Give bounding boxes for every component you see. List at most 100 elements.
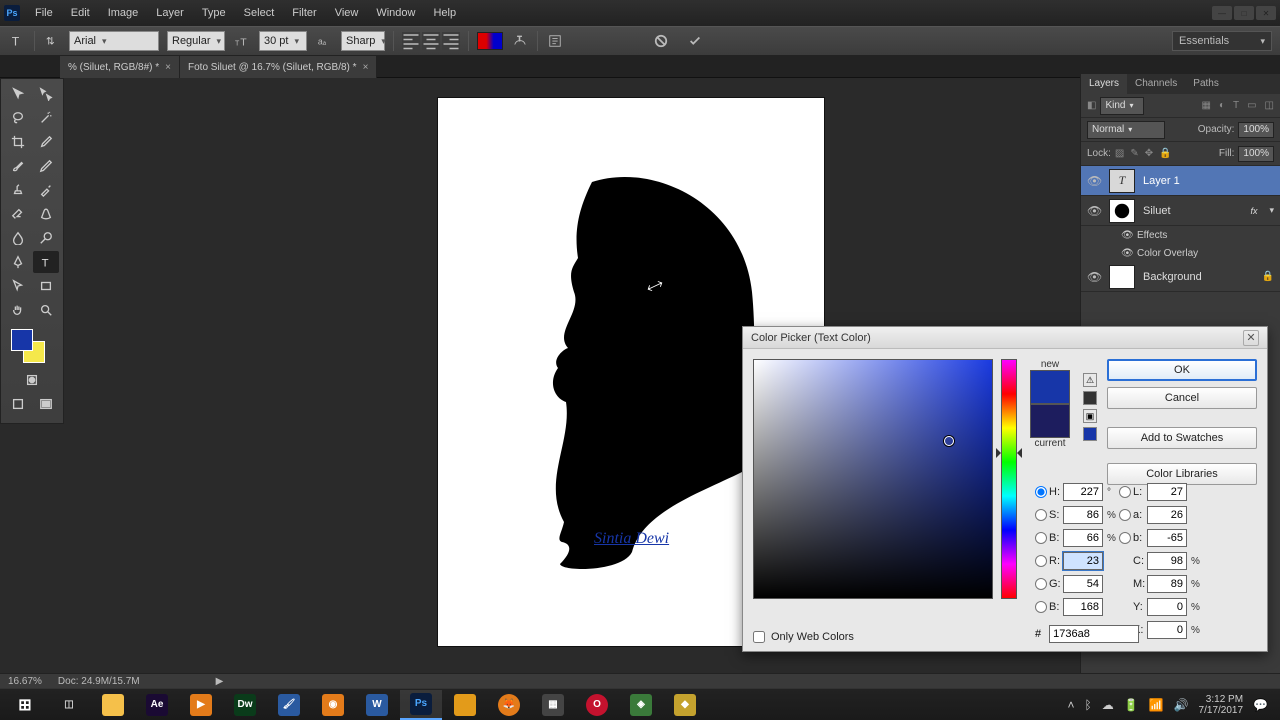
fx-badge[interactable]: fx bbox=[1250, 206, 1257, 216]
cancel-button[interactable]: Cancel bbox=[1107, 387, 1257, 409]
rectangle-tool[interactable] bbox=[33, 275, 59, 297]
zoom-tool[interactable] bbox=[33, 299, 59, 321]
font-family-dropdown[interactable]: Arial bbox=[69, 31, 159, 51]
visibility-icon[interactable]: 👁 bbox=[1087, 270, 1101, 284]
r-input[interactable] bbox=[1063, 552, 1103, 570]
eraser-tool[interactable] bbox=[5, 203, 31, 225]
fx-expand-icon[interactable]: ▾ bbox=[1269, 205, 1274, 216]
c-input[interactable] bbox=[1147, 552, 1187, 570]
paint-button[interactable]: 🖌 bbox=[268, 690, 310, 720]
menu-layer[interactable]: Layer bbox=[147, 3, 193, 23]
opera-button[interactable]: O bbox=[576, 690, 618, 720]
explorer-button[interactable] bbox=[92, 690, 134, 720]
quickmask-button[interactable] bbox=[19, 369, 45, 391]
tray-wifi-icon[interactable]: 📶 bbox=[1149, 698, 1164, 712]
font-size-dropdown[interactable]: 30 pt bbox=[259, 31, 307, 51]
minimize-button[interactable]: — bbox=[1212, 6, 1232, 20]
saturation-field[interactable] bbox=[753, 359, 993, 599]
mediaplayer-button[interactable]: ▶ bbox=[180, 690, 222, 720]
tray-bluetooth-icon[interactable]: ᛒ bbox=[1084, 698, 1091, 712]
h-radio[interactable] bbox=[1035, 486, 1047, 498]
eyedropper-tool[interactable] bbox=[33, 131, 59, 153]
s-input[interactable] bbox=[1063, 506, 1103, 524]
effects-row[interactable]: 👁 Effects bbox=[1081, 226, 1280, 244]
menu-window[interactable]: Window bbox=[367, 3, 424, 23]
opacity-input[interactable]: 100% bbox=[1238, 122, 1274, 138]
bb-input[interactable] bbox=[1063, 598, 1103, 616]
k-input[interactable] bbox=[1147, 621, 1187, 639]
align-left-button[interactable] bbox=[402, 32, 420, 50]
calculator-button[interactable]: ▦ bbox=[532, 690, 574, 720]
blab-radio[interactable] bbox=[1119, 532, 1131, 544]
crop-tool[interactable] bbox=[5, 131, 31, 153]
gamut-swatch[interactable] bbox=[1083, 391, 1097, 405]
lock-position-icon[interactable]: ✥ bbox=[1145, 148, 1153, 159]
r-radio[interactable] bbox=[1035, 555, 1047, 567]
paths-tab[interactable]: Paths bbox=[1185, 74, 1227, 94]
system-clock[interactable]: 3:12 PM 7/17/2017 bbox=[1199, 694, 1244, 716]
visibility-icon[interactable]: 👁 bbox=[1087, 204, 1101, 218]
filter-kind-icon[interactable]: ◧ bbox=[1087, 100, 1096, 111]
cancel-edits-icon[interactable] bbox=[652, 32, 670, 50]
history-brush-tool[interactable] bbox=[33, 179, 59, 201]
close-icon[interactable]: × bbox=[165, 62, 171, 73]
s-radio[interactable] bbox=[1035, 509, 1047, 521]
blend-mode-dropdown[interactable]: Normal bbox=[1087, 121, 1165, 139]
blender-button[interactable]: ◉ bbox=[312, 690, 354, 720]
channels-tab[interactable]: Channels bbox=[1127, 74, 1185, 94]
y-input[interactable] bbox=[1147, 598, 1187, 616]
layer-name[interactable]: Layer 1 bbox=[1143, 175, 1180, 187]
l-radio[interactable] bbox=[1119, 486, 1131, 498]
clone-stamp-tool[interactable] bbox=[5, 179, 31, 201]
hand-tool[interactable] bbox=[5, 299, 31, 321]
h-input[interactable] bbox=[1063, 483, 1103, 501]
taskview-button[interactable]: ◫ bbox=[48, 690, 90, 720]
maximize-button[interactable]: □ bbox=[1234, 6, 1254, 20]
filter-shape-icon[interactable]: ▭ bbox=[1247, 100, 1256, 111]
text-color-swatch[interactable] bbox=[477, 32, 503, 50]
pencil-tool[interactable] bbox=[33, 155, 59, 177]
doc-size[interactable]: Doc: 24.9M/15.7M bbox=[58, 676, 140, 687]
menu-file[interactable]: File bbox=[26, 3, 62, 23]
start-button[interactable]: ⊞ bbox=[4, 690, 46, 720]
g-radio[interactable] bbox=[1035, 578, 1047, 590]
zoom-level[interactable]: 16.67% bbox=[8, 676, 42, 687]
g-input[interactable] bbox=[1063, 575, 1103, 593]
menu-help[interactable]: Help bbox=[424, 3, 465, 23]
document-tab-2[interactable]: Foto Siluet @ 16.7% (Siluet, RGB/8) *× bbox=[180, 56, 377, 78]
align-right-button[interactable] bbox=[442, 32, 460, 50]
notification-icon[interactable]: 💬 bbox=[1253, 698, 1268, 712]
path-select-tool[interactable] bbox=[5, 275, 31, 297]
close-icon[interactable]: × bbox=[363, 62, 369, 73]
warp-text-icon[interactable]: T bbox=[511, 32, 529, 50]
layer-name[interactable]: Background bbox=[1143, 271, 1202, 283]
status-play-icon[interactable]: ▶ bbox=[216, 676, 224, 687]
character-panel-icon[interactable] bbox=[546, 32, 564, 50]
document-tab-1[interactable]: % (Siluet, RGB/8#) *× bbox=[60, 56, 180, 78]
tray-battery-icon[interactable]: 🔋 bbox=[1124, 698, 1139, 712]
menu-type[interactable]: Type bbox=[193, 3, 235, 23]
font-weight-dropdown[interactable]: Regular bbox=[167, 31, 225, 51]
color-overlay-row[interactable]: 👁 Color Overlay bbox=[1081, 244, 1280, 262]
word-button[interactable]: W bbox=[356, 690, 398, 720]
layer-row-1[interactable]: 👁 T Layer 1 bbox=[1081, 166, 1280, 196]
current-color-swatch[interactable] bbox=[1030, 404, 1070, 438]
dialog-close-button[interactable]: ✕ bbox=[1243, 330, 1259, 346]
commit-edits-icon[interactable] bbox=[686, 32, 704, 50]
app-button[interactable]: ◈ bbox=[620, 690, 662, 720]
filter-adjust-icon[interactable]: ◐ bbox=[1219, 100, 1225, 111]
menu-edit[interactable]: Edit bbox=[62, 3, 99, 23]
layers-tab[interactable]: Layers bbox=[1081, 74, 1127, 94]
saturation-marker[interactable] bbox=[944, 436, 954, 446]
layer-row-2[interactable]: 👁 Siluet fx ▾ bbox=[1081, 196, 1280, 226]
tray-onedrive-icon[interactable]: ☁ bbox=[1102, 698, 1114, 712]
sublime-button[interactable] bbox=[444, 690, 486, 720]
blab-input[interactable] bbox=[1147, 529, 1187, 547]
visibility-icon[interactable]: 👁 bbox=[1121, 230, 1131, 240]
text-orientation-icon[interactable]: ⇅ bbox=[43, 32, 61, 50]
filter-kind-dropdown[interactable]: Kind bbox=[1100, 97, 1144, 115]
type-tool[interactable]: T bbox=[33, 251, 59, 273]
brush-tool[interactable] bbox=[5, 155, 31, 177]
menu-filter[interactable]: Filter bbox=[283, 3, 325, 23]
tray-volume-icon[interactable]: 🔊 bbox=[1174, 698, 1189, 712]
